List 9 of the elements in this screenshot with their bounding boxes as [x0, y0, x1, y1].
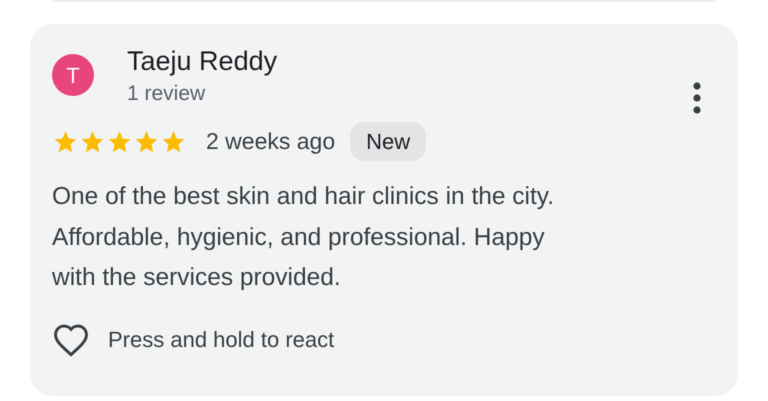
more-options-icon[interactable]	[693, 82, 701, 114]
review-text: One of the best skin and hair clinics in the city. Affordable, hygienic, and professional. Happy with the services provided.	[52, 182, 556, 293]
review-time: 2 weeks ago	[206, 127, 336, 156]
heart-icon[interactable]	[52, 322, 90, 356]
author-review-count: 1 review	[127, 81, 206, 107]
author-name[interactable]: Taeju Reddy	[127, 44, 278, 78]
reaction-hint: Press and hold to react	[108, 326, 334, 354]
new-badge: New	[350, 122, 426, 161]
avatar[interactable]: T	[52, 54, 94, 96]
